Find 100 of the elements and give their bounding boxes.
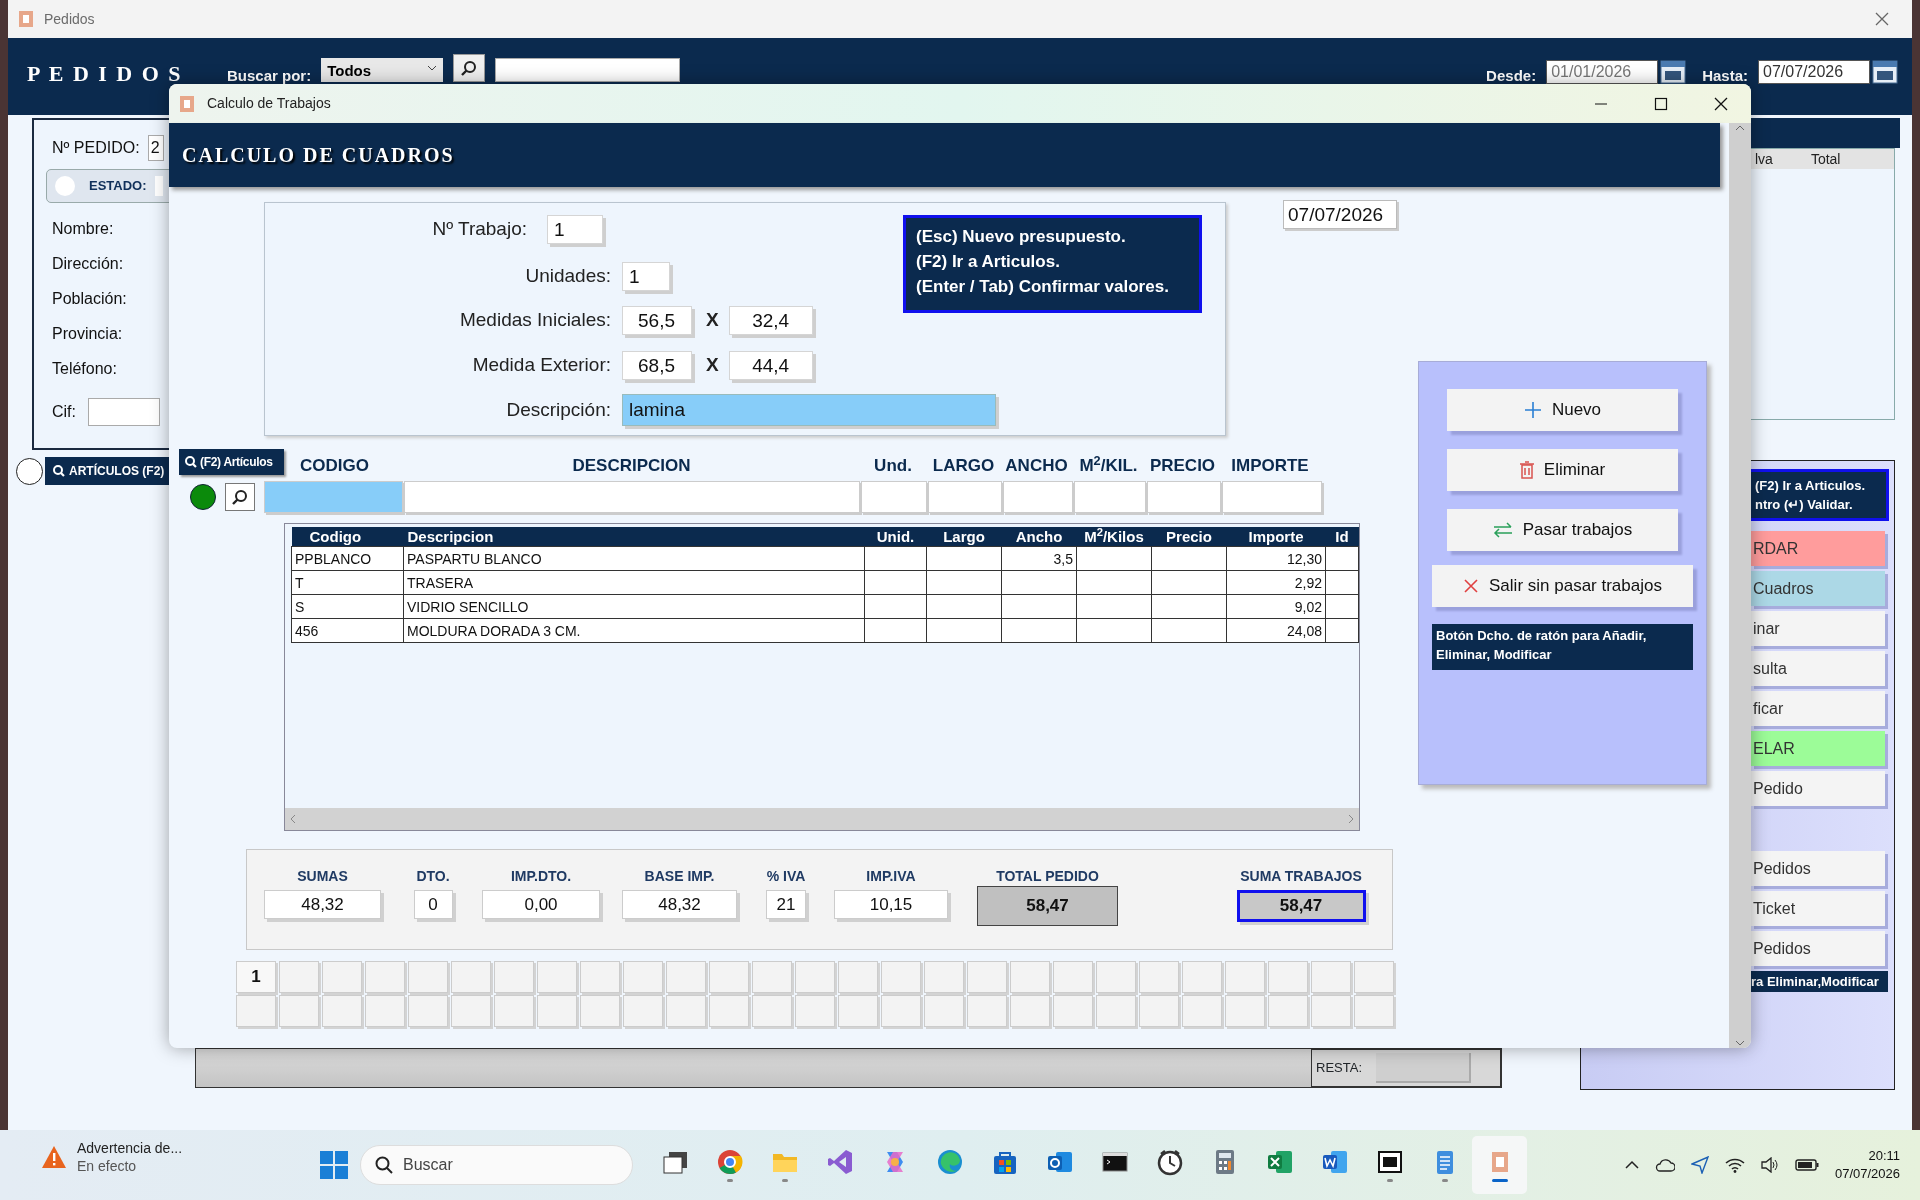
input-field[interactable] [1003, 481, 1073, 513]
side-button[interactable]: sulta [1751, 651, 1885, 686]
job-tab[interactable] [752, 995, 792, 1027]
job-tab[interactable] [752, 961, 792, 993]
text-field[interactable] [88, 397, 160, 426]
input-field[interactable]: 56,5 [622, 306, 692, 335]
job-tab[interactable] [795, 995, 835, 1027]
search-field[interactable] [495, 58, 681, 82]
input-field[interactable] [1147, 481, 1221, 513]
job-tab[interactable] [1139, 961, 1179, 993]
total-field[interactable]: 0,00 [482, 890, 600, 919]
job-tab[interactable] [1139, 995, 1179, 1027]
radio-circle[interactable] [16, 457, 43, 485]
action-button[interactable]: Salir sin pasar trabajos [1432, 565, 1693, 607]
action-button[interactable]: Eliminar [1447, 449, 1678, 491]
from-date-field[interactable]: 01/01/2026 [1546, 60, 1659, 84]
horizontal-scrollbar[interactable] [285, 808, 1359, 830]
job-tab[interactable] [881, 961, 921, 993]
job-tab[interactable] [279, 995, 319, 1027]
windows-icon[interactable] [320, 1151, 348, 1179]
job-tab[interactable] [494, 961, 534, 993]
input-field[interactable] [1222, 481, 1322, 513]
send-icon[interactable] [1690, 1156, 1709, 1174]
order-number-field[interactable]: 2 [147, 134, 164, 161]
scrollbar[interactable] [1729, 123, 1751, 1048]
articles-button[interactable]: (F2) Artículos [179, 449, 284, 475]
input-field[interactable]: 1 [622, 262, 670, 291]
side-button[interactable]: Ticket [1751, 891, 1885, 926]
date-field[interactable]: 07/07/2026 [1283, 200, 1397, 229]
side-button[interactable]: Cuadros [1751, 571, 1885, 606]
job-tab[interactable] [838, 995, 878, 1027]
side-button[interactable]: inar [1751, 611, 1885, 646]
job-tab[interactable] [1311, 961, 1351, 993]
job-tab[interactable] [1053, 961, 1093, 993]
search-field[interactable]: Buscar [360, 1145, 633, 1185]
job-tab[interactable] [1268, 961, 1308, 993]
job-tab[interactable] [1096, 995, 1136, 1027]
job-tab[interactable] [1225, 995, 1265, 1027]
input-field[interactable]: 44,4 [728, 351, 813, 380]
job-tab[interactable] [580, 961, 620, 993]
job-tab[interactable] [967, 961, 1007, 993]
total-field[interactable]: 0 [413, 890, 453, 919]
job-tab[interactable] [924, 995, 964, 1027]
input-field[interactable] [264, 481, 403, 513]
search-button[interactable] [453, 54, 486, 82]
job-tab[interactable] [1354, 961, 1394, 993]
job-tab[interactable] [322, 961, 362, 993]
total-field[interactable]: 10,15 [834, 890, 948, 919]
close-icon[interactable] [1874, 11, 1890, 27]
side-button[interactable]: Pedidos [1751, 851, 1885, 886]
job-tab[interactable] [408, 995, 448, 1027]
job-tab[interactable] [666, 961, 706, 993]
status-field[interactable] [154, 176, 163, 196]
calendar-icon[interactable] [1660, 58, 1687, 84]
side-button[interactable]: ELAR [1751, 731, 1885, 766]
speaker-icon[interactable] [1760, 1157, 1779, 1173]
side-button[interactable]: Pedidos [1751, 931, 1885, 966]
job-tab[interactable] [580, 995, 620, 1027]
job-tab[interactable] [623, 961, 663, 993]
job-tab[interactable] [451, 995, 491, 1027]
job-tab[interactable] [1053, 995, 1093, 1027]
side-button[interactable]: Pedido [1751, 771, 1885, 806]
action-button[interactable]: Pasar trabajos [1447, 509, 1678, 551]
job-tab[interactable] [1354, 995, 1394, 1027]
search-by-select[interactable]: Todos [321, 58, 444, 82]
search-button[interactable] [225, 483, 255, 511]
job-tab[interactable] [666, 995, 706, 1027]
job-tab[interactable] [537, 961, 577, 993]
calendar-icon[interactable] [1872, 58, 1898, 84]
total-field[interactable]: 48,32 [622, 890, 737, 919]
job-tab[interactable] [924, 961, 964, 993]
job-tab[interactable] [709, 961, 749, 993]
side-button[interactable]: RDAR [1751, 531, 1885, 566]
job-tab[interactable] [1010, 961, 1050, 993]
job-tab[interactable] [795, 961, 835, 993]
job-tab[interactable] [365, 995, 405, 1027]
total-field[interactable]: 21 [766, 890, 806, 919]
cloud-icon[interactable] [1654, 1158, 1675, 1172]
input-field[interactable] [1074, 481, 1146, 513]
job-tab[interactable] [1010, 995, 1050, 1027]
input-field[interactable] [404, 481, 860, 513]
job-tab[interactable] [1268, 995, 1308, 1027]
total-field[interactable]: 58,47 [977, 886, 1118, 926]
job-tab[interactable] [365, 961, 405, 993]
job-tab[interactable] [1096, 961, 1136, 993]
job-tab[interactable] [451, 961, 491, 993]
job-tab[interactable] [1182, 995, 1222, 1027]
job-tab[interactable] [408, 961, 448, 993]
job-tab[interactable] [1225, 961, 1265, 993]
battery-icon[interactable] [1794, 1159, 1819, 1171]
job-tab[interactable] [967, 995, 1007, 1027]
job-tab[interactable] [236, 995, 276, 1027]
input-field[interactable]: 1 [547, 215, 603, 244]
job-tab[interactable] [1311, 995, 1351, 1027]
job-tab[interactable] [709, 995, 749, 1027]
job-tab[interactable]: 1 [236, 961, 276, 993]
action-button[interactable]: Nuevo [1447, 389, 1678, 431]
job-tab[interactable] [494, 995, 534, 1027]
wifi-icon[interactable] [1724, 1157, 1745, 1173]
input-field[interactable]: 68,5 [622, 351, 692, 380]
